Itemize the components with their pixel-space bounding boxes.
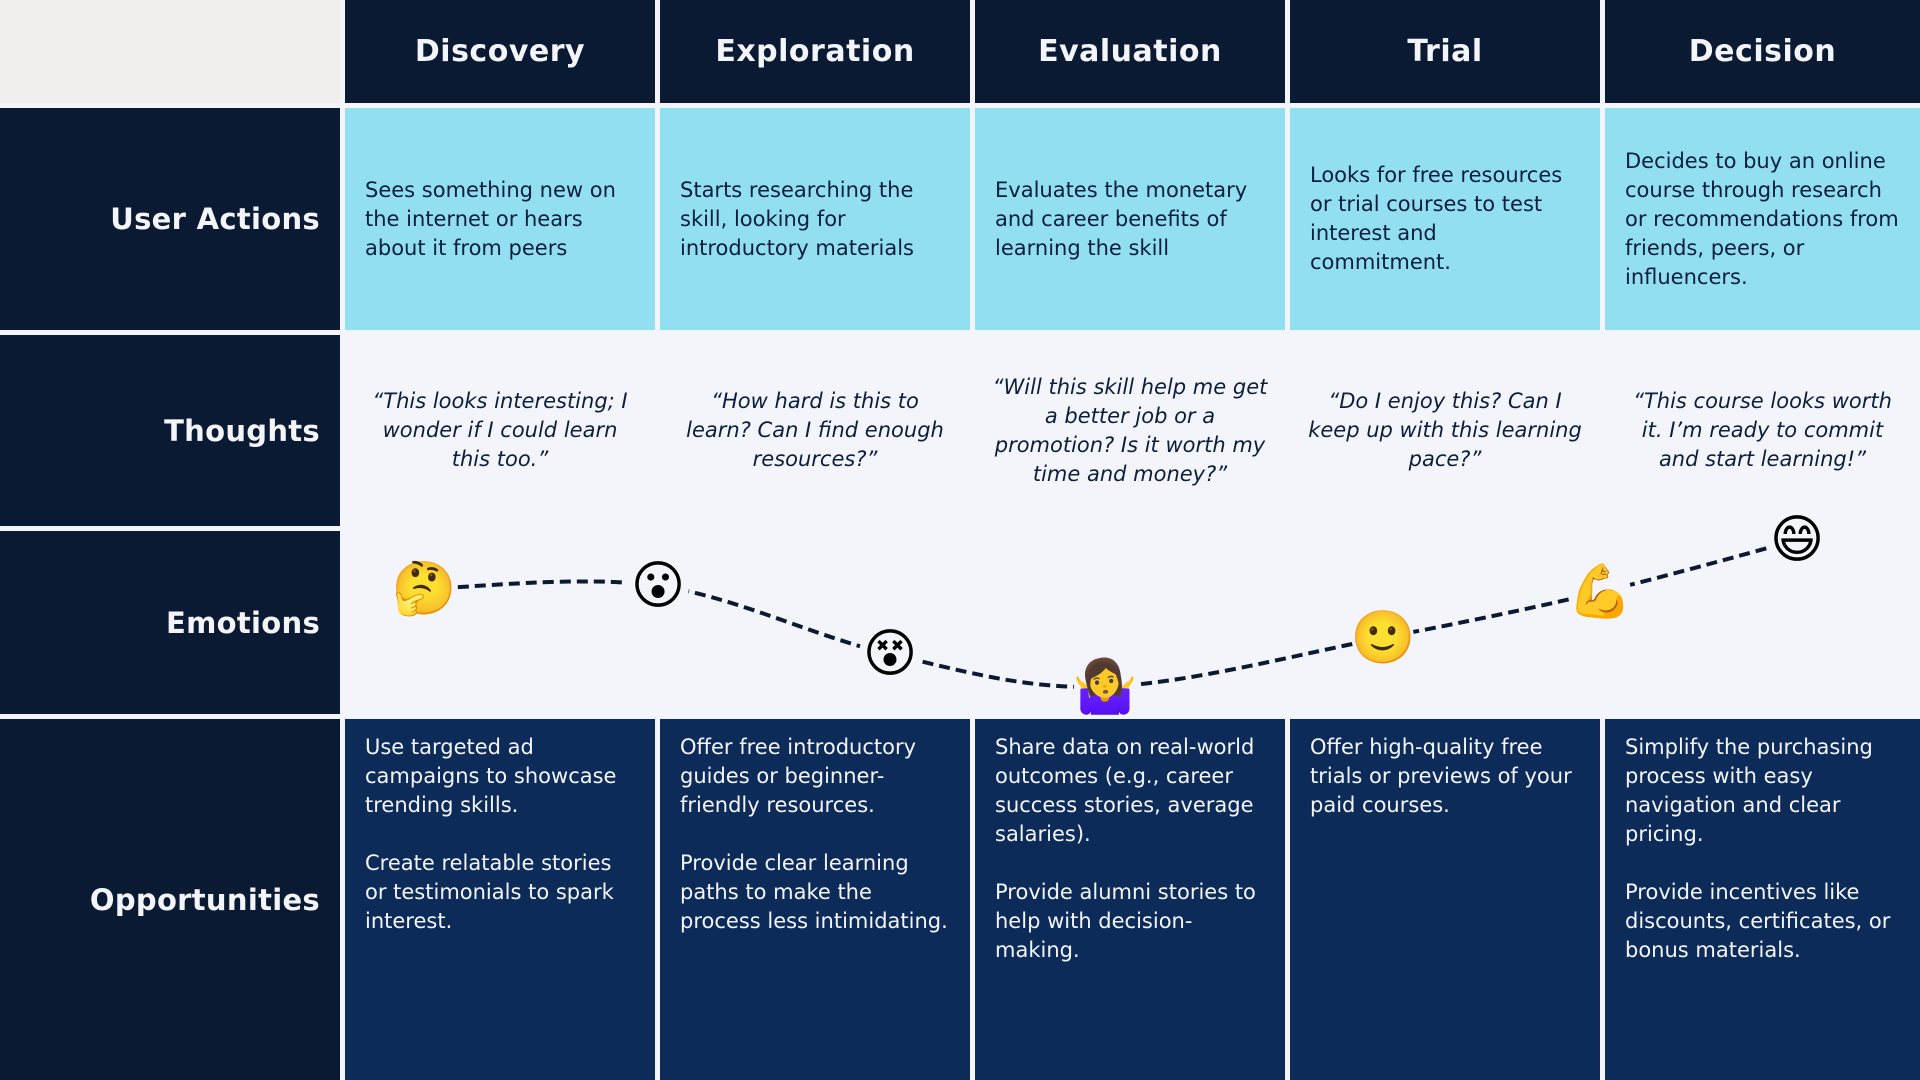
thought-quote: “This looks interesting; I wonder if I c… — [372, 389, 628, 471]
opportunity-text: Share data on real-world outcomes (e.g.,… — [995, 735, 1255, 846]
grinning-face-icon: 😄 — [1766, 509, 1828, 571]
stage-header-exploration: Exploration — [660, 0, 970, 103]
action-cell: Looks for free resources or trial course… — [1290, 108, 1600, 330]
row-label-thoughts: Thoughts — [0, 335, 340, 526]
thought-cell: “Will this skill help me get a better jo… — [975, 335, 1285, 526]
corner-blank — [0, 0, 340, 103]
thought-quote: “Will this skill help me get a better jo… — [992, 374, 1268, 486]
thinking-face-icon: 🤔 — [391, 557, 457, 620]
thought-cell: “How hard is this to learn? Can I find e… — [660, 335, 970, 526]
smiling-face-icon: 🙂 — [1350, 606, 1416, 669]
opportunity-cell: Use targeted ad campaigns to showcase tr… — [345, 719, 655, 1080]
shrugging-woman-icon: 🤷‍♀️ — [1072, 655, 1138, 718]
thought-quote: “This course looks worth it. I’m ready t… — [1633, 389, 1892, 471]
opportunity-text: Simplify the purchasing process with eas… — [1625, 735, 1873, 846]
action-text: Looks for free resources or trial course… — [1310, 163, 1563, 274]
action-cell: Evaluates the monetary and career benefi… — [975, 108, 1285, 330]
opportunity-text: Provide incentives like discounts, certi… — [1625, 880, 1891, 962]
thought-cell: “This course looks worth it. I’m ready t… — [1605, 335, 1920, 526]
thought-quote: “How hard is this to learn? Can I find e… — [686, 389, 944, 471]
stage-header-decision: Decision — [1605, 0, 1920, 103]
opportunity-text: Offer free introductory guides or beginn… — [680, 735, 917, 817]
row-label-user-actions: User Actions — [0, 108, 340, 330]
opportunity-cell: Offer high-quality free trials or previe… — [1290, 719, 1600, 1080]
opportunity-text: Provide alumni stories to help with deci… — [995, 880, 1256, 962]
opportunity-cell: Share data on real-world outcomes (e.g.,… — [975, 719, 1285, 1080]
opportunity-cell: Offer free introductory guides or beginn… — [660, 719, 970, 1080]
action-text: Starts researching the skill, looking fo… — [680, 177, 914, 260]
row-label-opportunities: Opportunities — [0, 719, 340, 1080]
action-text: Evaluates the monetary and career benefi… — [995, 177, 1248, 260]
stage-header-trial: Trial — [1290, 0, 1600, 103]
thought-cell: “Do I enjoy this? Can I keep up with thi… — [1290, 335, 1600, 526]
thought-quote: “Do I enjoy this? Can I keep up with thi… — [1308, 389, 1582, 471]
dizzy-face-icon: 😵 — [859, 623, 921, 686]
surprised-face-icon: 😮 — [627, 554, 689, 617]
thought-cell: “This looks interesting; I wonder if I c… — [345, 335, 655, 526]
opportunity-text: Use targeted ad campaigns to showcase tr… — [365, 735, 617, 817]
opportunity-cell: Simplify the purchasing process with eas… — [1605, 719, 1920, 1080]
row-label-emotions: Emotions — [0, 531, 340, 714]
opportunity-text: Offer high-quality free trials or previe… — [1310, 735, 1572, 817]
action-cell: Starts researching the skill, looking fo… — [660, 108, 970, 330]
action-text: Decides to buy an online course through … — [1625, 148, 1899, 289]
opportunity-text: Create relatable stories or testimonials… — [365, 851, 614, 933]
opportunity-text: Provide clear learning paths to make the… — [680, 851, 948, 933]
action-text: Sees something new on the internet or he… — [365, 177, 616, 260]
stage-header-evaluation: Evaluation — [975, 0, 1285, 103]
flexed-biceps-icon: 💪 — [1567, 561, 1633, 624]
stage-header-discovery: Discovery — [345, 0, 655, 103]
action-cell: Decides to buy an online course through … — [1605, 108, 1920, 330]
action-cell: Sees something new on the internet or he… — [345, 108, 655, 330]
